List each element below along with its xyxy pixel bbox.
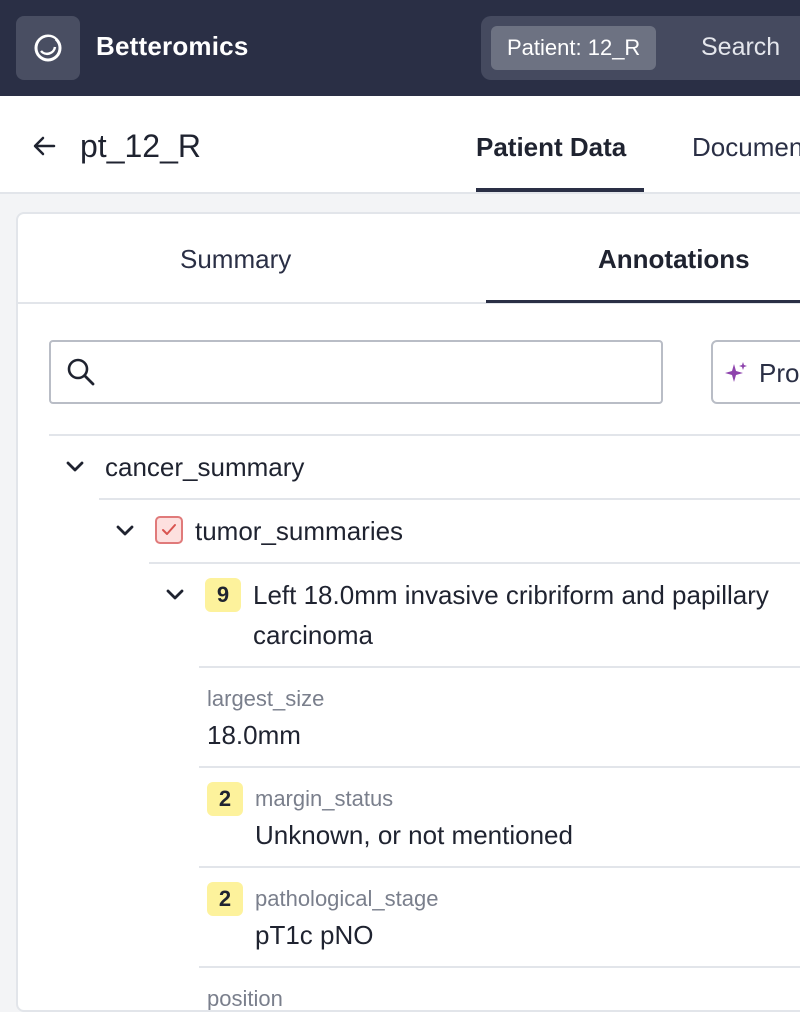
tab-patient-data[interactable]: Patient Data: [476, 132, 626, 163]
logo-icon: [34, 34, 62, 62]
annotations-panel: Summary Annotations Prompt cancer_summar…: [16, 212, 800, 1012]
active-subtab-indicator: [486, 300, 800, 303]
field-value-pathological-stage: pT1c pNO: [255, 920, 374, 950]
margin-status-count-badge: 2: [207, 782, 243, 816]
prompt-button-label: Prompt: [759, 358, 800, 388]
subtab-summary[interactable]: Summary: [180, 244, 291, 275]
tumor-summary-title-line1[interactable]: Left 18.0mm invasive cribriform and papi…: [253, 580, 769, 611]
tab-documents[interactable]: Documents: [692, 132, 800, 163]
field-value-margin-status: Unknown, or not mentioned: [255, 820, 573, 850]
prompt-button[interactable]: Prompt: [711, 340, 800, 404]
divider: [149, 562, 800, 564]
brand-name: Betteromics: [96, 31, 249, 61]
field-key-position: position: [207, 986, 283, 1011]
back-arrow-icon[interactable]: [30, 132, 58, 160]
field-value-largest-size: 18.0mm: [207, 720, 301, 750]
subtab-annotations[interactable]: Annotations: [598, 244, 750, 275]
chevron-down-icon[interactable]: [163, 583, 187, 607]
divider: [199, 966, 800, 968]
field-key-margin-status: margin_status: [255, 786, 394, 811]
subtabs: Summary Annotations: [18, 214, 800, 304]
tumor-summary-title-line2[interactable]: carcinoma: [253, 620, 373, 651]
chevron-down-icon[interactable]: [113, 519, 137, 543]
search-icon: [67, 358, 95, 386]
app-logo[interactable]: [16, 16, 80, 80]
global-search-label: Search: [701, 33, 781, 61]
field-key-largest-size: largest_size: [207, 686, 325, 711]
divider: [199, 666, 800, 668]
global-search[interactable]: Patient: 12_R Search: [481, 16, 800, 80]
checkmark-icon: [162, 524, 176, 535]
search-input[interactable]: [107, 352, 647, 392]
top-bar: Betteromics Patient: 12_R Search: [0, 0, 800, 96]
tree-node-tumor-summaries[interactable]: tumor_summaries: [195, 516, 403, 547]
field-key-pathological-stage: pathological_stage: [255, 886, 439, 911]
patient-filter-chip[interactable]: Patient: 12_R: [491, 26, 657, 70]
patient-header: pt_12_R Patient Data Documents: [0, 96, 800, 194]
annotation-count-badge: 9: [205, 578, 241, 612]
divider: [49, 434, 800, 436]
divider: [99, 498, 800, 500]
divider: [199, 766, 800, 768]
pathological-stage-count-badge: 2: [207, 882, 243, 916]
divider: [199, 866, 800, 868]
active-tab-indicator: [476, 188, 644, 192]
tree-node-cancer-summary[interactable]: cancer_summary: [105, 452, 304, 483]
page-title: pt_12_R: [80, 128, 201, 164]
sparkle-icon: [725, 362, 747, 382]
tumor-summaries-checkbox[interactable]: [155, 516, 183, 544]
chevron-down-icon[interactable]: [63, 455, 87, 479]
annotation-search[interactable]: [49, 340, 663, 404]
